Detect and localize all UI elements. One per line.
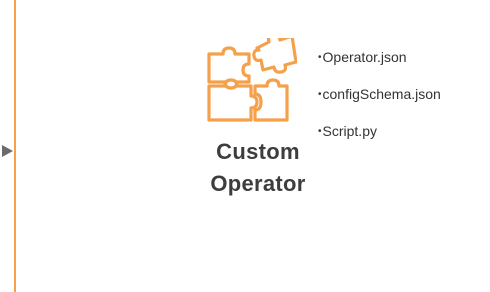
puzzle-piece-top-right [252,38,297,74]
node-title-line-1: Custom [216,139,300,164]
puzzle-icon [207,38,297,122]
file-list: •Operator.json •configSchema.json •Scrip… [318,48,441,159]
file-item: •Script.py [318,122,441,159]
file-item: •configSchema.json [318,85,441,122]
connector-arrow-head [2,145,13,157]
bullet-icon: • [318,52,322,63]
file-name: Operator.json [322,49,407,65]
puzzle-piece-bottom-right [253,78,289,122]
diagram-canvas: Custom Operator •Operator.json •configSc… [0,0,490,292]
bullet-icon: • [318,126,322,137]
file-item: •Operator.json [318,48,441,85]
puzzle-piece-top-left [207,46,251,90]
bullet-icon: • [318,89,322,100]
file-name: Script.py [322,123,377,139]
node-title-line-2: Operator [210,171,306,196]
file-name: configSchema.json [322,86,441,102]
puzzle-piece-bottom-left [207,78,259,122]
